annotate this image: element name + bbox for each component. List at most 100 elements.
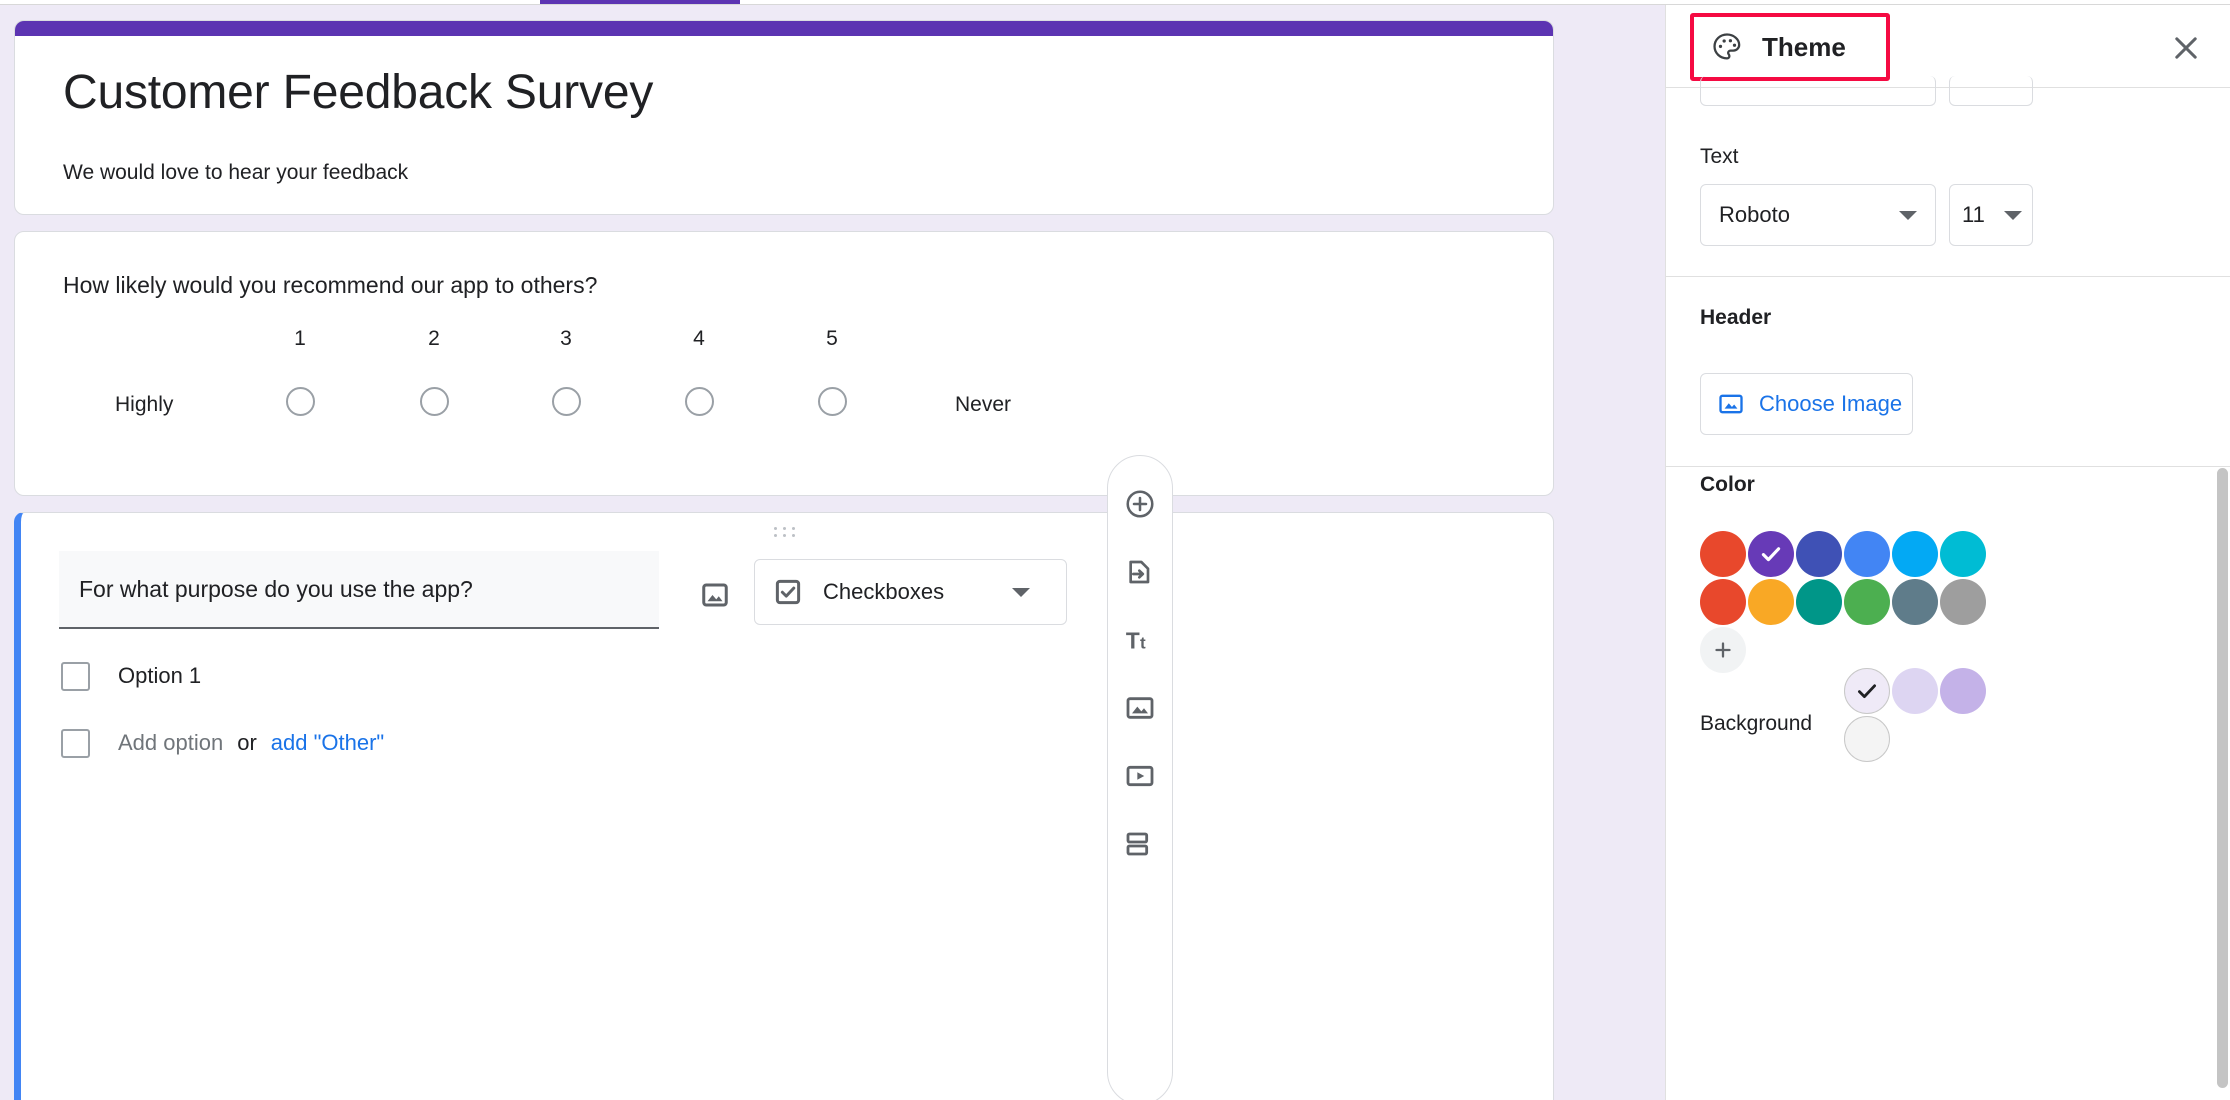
theme-panel-title: Theme [1762, 31, 1846, 62]
image-icon [1719, 394, 1743, 414]
section-divider-1 [1666, 276, 2230, 277]
theme-panel-scrollbar[interactable] [2217, 468, 2228, 1088]
svg-text:T: T [1126, 628, 1140, 654]
forms-editor-canvas: Customer Feedback Survey We would love t… [0, 5, 1665, 1100]
font-size-value: 11 [1962, 202, 1985, 227]
add-video-button[interactable] [1109, 742, 1171, 810]
add-title-button[interactable]: T t [1109, 606, 1171, 674]
font-family-value: Roboto [1719, 202, 1790, 227]
question-card-linear-scale[interactable]: How likely would you recommend our app t… [14, 231, 1554, 496]
question-text-linear-scale: How likely would you recommend our app t… [63, 272, 598, 298]
scale-radio-4[interactable] [669, 387, 729, 417]
scale-low-label: Highly [115, 393, 174, 416]
form-title[interactable]: Customer Feedback Survey [63, 65, 653, 120]
question-insert-toolbar: T t [1107, 455, 1173, 1100]
close-icon [2175, 37, 2197, 59]
scale-radio-1[interactable] [270, 387, 330, 417]
scale-number-1: 1 [294, 327, 306, 350]
add-image-button[interactable] [1109, 674, 1171, 742]
import-questions-icon [1129, 560, 1150, 584]
form-header-color-band [15, 21, 1553, 36]
checkbox-type-icon [775, 579, 801, 605]
theme-panel-body: Text Roboto 11 Header Choose Image Color… [1666, 76, 2230, 1100]
add-option-label[interactable]: Add option [118, 730, 223, 756]
background-swatch-1[interactable] [1844, 668, 1890, 714]
header-section-label: Header [1700, 306, 1772, 329]
scale-number-2: 2 [428, 327, 440, 350]
background-section-label: Background [1700, 712, 1813, 735]
chevron-down-icon [1012, 587, 1030, 597]
question-type-select[interactable]: Checkboxes [754, 559, 1067, 625]
scale-number-4: 4 [693, 327, 705, 350]
scrolled-style-field-size[interactable] [1949, 76, 2033, 106]
drag-handle-icon[interactable] [774, 527, 800, 539]
question-card-checkboxes[interactable]: For what purpose do you use the app? Che… [14, 512, 1554, 1100]
theme-title-highlight: Theme [1690, 13, 1890, 81]
scale-radio-5[interactable] [802, 387, 862, 417]
choose-image-label: Choose Image [1759, 391, 1903, 416]
theme-side-panel: Theme Text Roboto 11 Header Choose Image… [1665, 5, 2230, 1100]
image-icon [702, 583, 728, 607]
import-questions-button[interactable] [1109, 538, 1171, 606]
background-swatch-2[interactable] [1892, 668, 1938, 714]
theme-color-swatch-12[interactable] [1940, 579, 1986, 625]
theme-color-swatch-8[interactable] [1748, 579, 1794, 625]
theme-color-swatch-11[interactable] [1892, 579, 1938, 625]
chevron-down-icon [1899, 210, 1917, 220]
add-custom-color-button[interactable] [1700, 627, 1746, 673]
browser-active-tab-indicator [540, 0, 740, 4]
color-section-label: Color [1700, 473, 1755, 496]
font-size-select[interactable]: 11 [1949, 184, 2033, 246]
question-title-value: For what purpose do you use the app? [79, 575, 473, 602]
scale-number-5: 5 [826, 327, 838, 350]
scale-radio-2[interactable] [404, 387, 464, 417]
add-image-icon [1126, 697, 1154, 719]
text-section-label: Text [1700, 145, 1739, 168]
section-divider-2 [1666, 466, 2230, 467]
add-other-link[interactable]: add "Other" [271, 730, 384, 756]
theme-color-swatch-1[interactable] [1700, 531, 1746, 577]
add-option-checkbox-icon [61, 728, 90, 758]
font-family-select[interactable]: Roboto [1700, 184, 1936, 246]
form-header-card[interactable]: Customer Feedback Survey We would love t… [14, 20, 1554, 215]
add-option-row[interactable]: Add option or add "Other" [61, 723, 384, 763]
screen-root: Customer Feedback Survey We would love t… [0, 0, 2230, 1100]
add-video-icon [1126, 765, 1154, 787]
theme-color-swatch-7[interactable] [1700, 579, 1746, 625]
option-row-1[interactable]: Option 1 [61, 656, 201, 696]
theme-color-swatch-10[interactable] [1844, 579, 1890, 625]
theme-color-swatch-6[interactable] [1940, 531, 1986, 577]
scale-number-3: 3 [560, 327, 572, 350]
choose-image-button[interactable]: Choose Image [1700, 373, 1913, 435]
check-icon [1761, 547, 1781, 562]
theme-color-swatch-5[interactable] [1892, 531, 1938, 577]
chevron-down-icon [2004, 210, 2022, 220]
theme-color-swatch-3[interactable] [1796, 531, 1842, 577]
palette-icon [1713, 33, 1741, 60]
plus-icon [1715, 642, 1731, 658]
option-checkbox-icon [61, 661, 90, 691]
add-question-button[interactable] [1109, 470, 1171, 538]
question-type-label: Checkboxes [823, 579, 945, 604]
scale-radio-3[interactable] [536, 387, 596, 417]
question-title-input[interactable]: For what purpose do you use the app? [59, 551, 659, 629]
add-section-button[interactable] [1109, 810, 1171, 878]
svg-text:t: t [1140, 634, 1146, 653]
add-title-icon: T t [1126, 628, 1146, 654]
linear-scale-row: Highly 1 2 3 4 5 Never [15, 327, 1555, 477]
scale-high-label: Never [955, 393, 1012, 416]
theme-panel-close-button[interactable] [2165, 27, 2207, 69]
background-swatch-3[interactable] [1940, 668, 1986, 714]
theme-color-swatch-9[interactable] [1796, 579, 1842, 625]
add-question-icon [1126, 490, 1154, 518]
option-label-1[interactable]: Option 1 [118, 663, 201, 689]
form-description[interactable]: We would love to hear your feedback [63, 161, 408, 185]
option-or-label: or [237, 730, 257, 755]
scrolled-style-field-primary[interactable] [1700, 76, 1936, 106]
add-section-icon [1126, 832, 1149, 856]
background-swatch-4[interactable] [1844, 716, 1890, 762]
theme-color-swatch-2[interactable] [1748, 531, 1794, 577]
check-icon [1858, 684, 1876, 699]
theme-color-swatch-4[interactable] [1844, 531, 1890, 577]
add-image-to-question-button[interactable] [693, 573, 737, 617]
